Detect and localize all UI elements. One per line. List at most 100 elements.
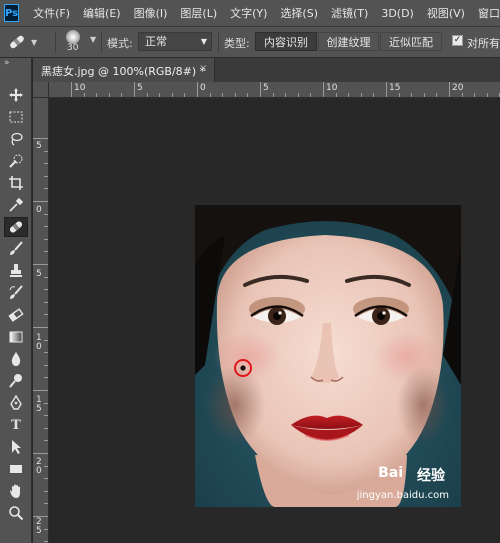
ruler-tick xyxy=(310,93,312,97)
ruler-tick xyxy=(44,301,48,303)
marquee-tool[interactable] xyxy=(4,107,28,127)
rectangle-icon xyxy=(10,465,22,473)
ruler-tick xyxy=(44,226,48,228)
chevron-down-icon: ▼ xyxy=(31,37,38,47)
rectangle-tool[interactable] xyxy=(4,459,28,479)
options-bar: ▼ 30 ▼ 模式: 正常 ▼ 类型: 内容识别 创建纹理 近似匹配 ✓ 对所有 xyxy=(0,26,500,58)
ruler-tick xyxy=(222,93,224,97)
ruler-tick xyxy=(44,352,48,354)
ruler-tick xyxy=(486,93,488,97)
crop-tool[interactable] xyxy=(4,173,28,193)
ruler-tick xyxy=(108,93,110,97)
divider xyxy=(55,32,56,52)
gradient-tool[interactable] xyxy=(4,327,28,347)
menu-window[interactable]: 窗口(W) xyxy=(478,5,500,21)
quick-select-tool[interactable] xyxy=(4,151,28,171)
eraser-tool[interactable] xyxy=(4,305,28,325)
history-brush-tool[interactable] xyxy=(4,283,28,303)
ruler-tick xyxy=(44,427,48,429)
ruler-tick xyxy=(44,163,48,165)
eyedropper-icon xyxy=(9,197,24,212)
horizontal-ruler[interactable]: 10 5 0 5 10 15 20 xyxy=(49,82,500,98)
crop-icon xyxy=(9,176,23,190)
bandage-icon xyxy=(9,221,23,233)
ruler-label: 10 xyxy=(74,83,86,93)
photoshop-logo: Ps xyxy=(4,4,20,22)
menu-select[interactable]: 选择(S) xyxy=(280,5,318,21)
menu-view[interactable]: 视图(V) xyxy=(427,5,465,21)
blur-tool[interactable] xyxy=(4,349,28,369)
ruler-tick xyxy=(386,82,387,97)
ruler-tick xyxy=(348,93,350,97)
menu-filter[interactable]: 滤镜(T) xyxy=(331,5,368,21)
zoom-icon xyxy=(9,506,24,521)
tool-preset-picker[interactable]: ▼ xyxy=(6,31,46,53)
ruler-tick xyxy=(474,93,476,97)
stamp-icon xyxy=(10,264,22,277)
brush-tip-icon[interactable] xyxy=(66,30,80,44)
document-tab[interactable]: 黑痣女.jpg @ 100%(RGB/8#) * × xyxy=(33,58,215,82)
ruler-origin[interactable] xyxy=(33,82,49,98)
arrow-cursor-icon xyxy=(12,440,21,454)
sample-all-checkbox[interactable]: ✓ xyxy=(452,35,463,46)
path-selection-tool[interactable] xyxy=(4,437,28,457)
close-icon[interactable]: × xyxy=(199,63,207,74)
ruler-tick xyxy=(134,82,135,97)
collapse-icon[interactable]: » xyxy=(4,58,10,68)
ruler-tick xyxy=(423,93,425,97)
type-proximity-match-button[interactable]: 近似匹配 xyxy=(380,32,442,51)
mode-label: 模式: xyxy=(107,37,133,50)
menu-image[interactable]: 图像(I) xyxy=(134,5,168,21)
type-create-texture-button[interactable]: 创建纹理 xyxy=(318,32,379,51)
hand-tool[interactable] xyxy=(4,481,28,501)
divider xyxy=(218,32,219,52)
ruler-tick xyxy=(83,93,85,97)
dodge-icon xyxy=(9,374,22,388)
zoom-tool[interactable] xyxy=(4,503,28,523)
ruler-tick xyxy=(197,82,198,97)
brush-tool[interactable] xyxy=(4,239,28,259)
ruler-tick xyxy=(44,251,48,253)
mode-value: 正常 xyxy=(145,35,167,48)
ruler-tick xyxy=(398,93,400,97)
ruler-label: 10 xyxy=(326,83,338,93)
menu-file[interactable]: 文件(F) xyxy=(33,5,70,21)
menu-3d[interactable]: 3D(D) xyxy=(381,7,414,20)
canvas-area[interactable]: Bai 经验 jingyan.baidu.com xyxy=(49,98,500,543)
chevron-down-icon[interactable]: ▼ xyxy=(90,35,96,44)
eyedropper-tool[interactable] xyxy=(4,195,28,215)
menu-edit[interactable]: 编辑(E) xyxy=(83,5,121,21)
dodge-tool[interactable] xyxy=(4,371,28,391)
ruler-tick xyxy=(33,390,48,391)
mode-select[interactable]: 正常 ▼ xyxy=(138,32,212,51)
ruler-tick xyxy=(461,93,463,97)
menu-layer[interactable]: 图层(L) xyxy=(180,5,217,21)
type-content-aware-button[interactable]: 内容识别 xyxy=(255,32,317,51)
clone-stamp-tool[interactable] xyxy=(4,261,28,281)
type-tool[interactable]: T xyxy=(4,415,28,435)
marquee-icon xyxy=(9,111,23,123)
lasso-icon xyxy=(11,132,23,146)
ruler-label: 2 5 xyxy=(36,517,42,536)
spot-healing-brush-tool[interactable] xyxy=(4,217,28,237)
portrait-image[interactable]: Bai 经验 jingyan.baidu.com xyxy=(195,205,461,507)
brush-size: 30 xyxy=(67,43,79,53)
quick-select-icon xyxy=(9,154,23,168)
menu-type[interactable]: 文字(Y) xyxy=(230,5,267,21)
pen-tool[interactable] xyxy=(4,393,28,413)
move-tool[interactable] xyxy=(4,85,28,105)
ruler-tick xyxy=(44,364,48,366)
ruler-tick xyxy=(184,93,186,97)
ruler-tick xyxy=(44,175,48,177)
ruler-tick xyxy=(297,93,299,97)
vertical-ruler[interactable]: 5 0 5 1 0 1 5 2 0 2 5 xyxy=(33,98,49,543)
lasso-tool[interactable] xyxy=(4,129,28,149)
tools-panel: » T xyxy=(0,58,32,543)
ruler-tick xyxy=(234,93,236,97)
ruler-tick xyxy=(33,327,48,328)
ruler-tick xyxy=(247,93,249,97)
ruler-tick xyxy=(335,93,337,97)
type-label: 类型: xyxy=(224,37,250,50)
ruler-label: 5 xyxy=(36,269,42,279)
ruler-tick xyxy=(44,339,48,341)
